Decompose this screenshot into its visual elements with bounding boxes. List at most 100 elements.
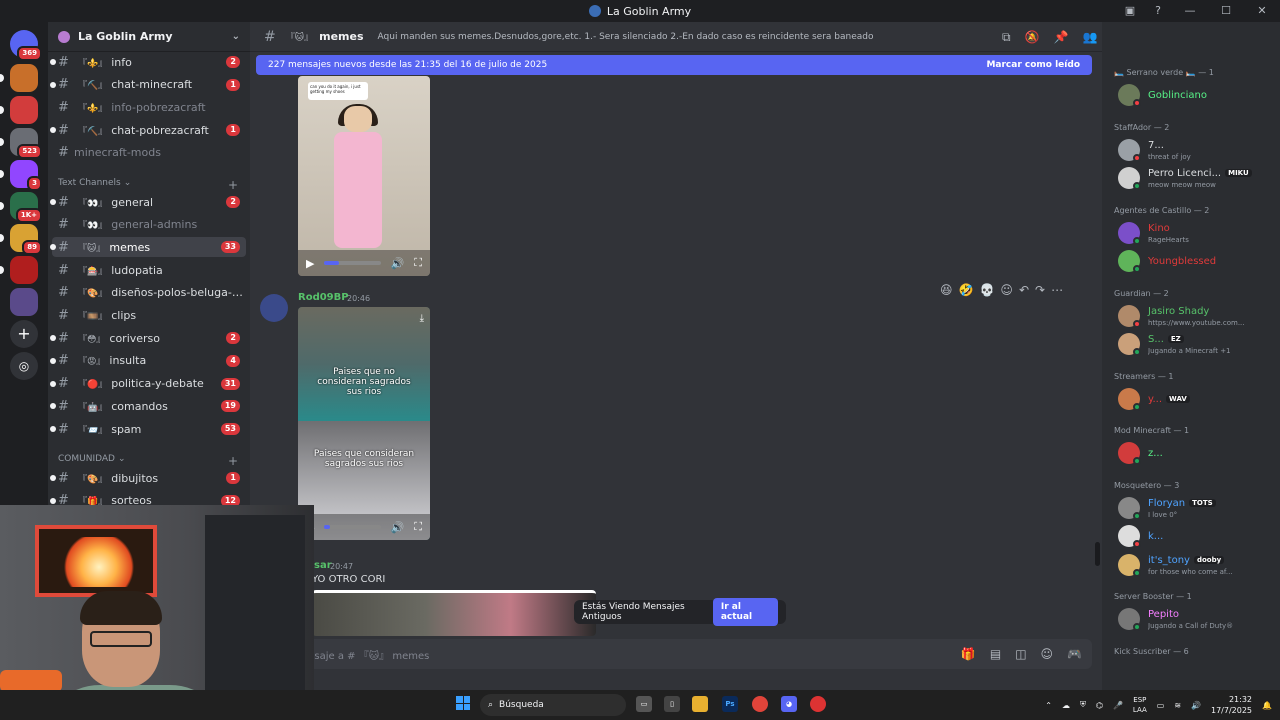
cloud-icon[interactable]: ☁ [1062, 701, 1070, 710]
message-composer[interactable]: iar mensaje a # 『🐱』 memes 🎁 ▤ ◫ ☺ 🎮 [266, 639, 1092, 669]
more-icon[interactable]: ⋯ [1051, 283, 1063, 297]
channel-clips[interactable]: # 『🎞️』 clips [52, 306, 246, 326]
fullscreen-icon[interactable]: ⛶ [414, 520, 422, 534]
member-item[interactable]: Kino RageHearts [1118, 220, 1278, 248]
volume-icon[interactable]: 🔊 [391, 521, 405, 534]
channel-general-admins[interactable]: # 『👀』 general-admins [52, 215, 246, 235]
member-item[interactable]: 7... threat of joy [1118, 137, 1278, 165]
member-item[interactable]: Youngblessed [1118, 248, 1278, 276]
reaction-2[interactable]: 💀 [979, 283, 994, 297]
server-icon[interactable]: 3 [10, 160, 42, 191]
chrome-icon[interactable] [752, 696, 768, 712]
channel-coriverso[interactable]: # 『😳』 coriverso 2 [50, 328, 246, 348]
app-icon[interactable]: ▯ [664, 696, 680, 712]
add-channel-icon[interactable]: + [228, 178, 238, 192]
channel-minecraft-mods[interactable]: # minecraft-mods [52, 143, 246, 163]
channel-ludopatia[interactable]: # 『🎰』 ludopatia [52, 260, 246, 280]
help-icon[interactable]: ? [1144, 0, 1172, 22]
start-button[interactable] [456, 696, 470, 710]
member-item[interactable]: z... [1118, 440, 1278, 468]
mark-as-read-button[interactable]: Marcar como leído [986, 60, 1080, 70]
shield-icon[interactable]: ⛨ [1080, 700, 1086, 710]
video-progress[interactable] [324, 525, 381, 529]
server-icon[interactable]: 523 [10, 128, 42, 159]
channel-diseños-polos-beluga-ar[interactable]: # 『🎨』 diseños-polos-beluga-ar... [52, 283, 246, 303]
scrollbar[interactable] [1095, 542, 1100, 566]
channel-info-pobrezacraft[interactable]: # 『⚜️』 info-pobrezacraft [52, 97, 246, 117]
category-text-channels[interactable]: Text Channels ⌄ + [58, 178, 238, 192]
maximize-button[interactable]: ☐ [1208, 0, 1244, 22]
member-item[interactable]: S... EZ Jugando a Minecraft +1 [1118, 331, 1278, 359]
message-author[interactable]: sar [314, 560, 332, 571]
volume-icon[interactable]: 🔊 [391, 257, 405, 270]
inbox-icon[interactable]: ▣ [1116, 0, 1144, 22]
member-item[interactable]: Perro Licenci... MIKU meow meow meow [1118, 165, 1278, 193]
add-reaction-icon[interactable]: ☺ [1000, 283, 1013, 297]
server-icon[interactable]: 1K+ [10, 192, 42, 223]
display-icon[interactable]: ▭ [1157, 701, 1165, 710]
sticker-icon[interactable]: ◫ [1015, 647, 1026, 661]
emoji-icon[interactable]: ☺ [1041, 647, 1054, 661]
channel-dibujitos[interactable]: # 『🎨』 dibujitos 1 [50, 468, 246, 488]
volume-icon[interactable]: 🔊 [1191, 701, 1201, 710]
minimize-button[interactable]: — [1172, 0, 1208, 22]
channel-chat-pobrezacraft[interactable]: # 『⛏️』 chat-pobrezacraft 1 [50, 120, 246, 140]
app-icon[interactable] [810, 696, 826, 712]
channel-insulta[interactable]: # 『😡』 insulta 4 [50, 351, 246, 371]
photoshop-icon[interactable]: Ps [722, 696, 738, 712]
notifications-icon[interactable]: 🔔 [1262, 701, 1272, 710]
gif-icon[interactable]: ▤ [990, 647, 1001, 661]
channel-memes[interactable]: # 『🐱』 memes 33 [50, 237, 246, 258]
channel-topic[interactable]: Aqui manden sus memes.Desnudos,gore,etc.… [378, 32, 874, 42]
pin-icon[interactable]: 📌 [1054, 30, 1069, 45]
member-item[interactable]: Goblinciano [1118, 82, 1278, 110]
video-attachment[interactable]: can you do it again, i just getting my s… [298, 76, 430, 276]
member-item[interactable]: it's_tony dooby for those who come af... [1118, 552, 1278, 580]
server-icon[interactable] [10, 256, 38, 284]
member-item[interactable]: y... WAV [1118, 386, 1278, 414]
channel-chat-minecraft[interactable]: # 『⛏️』 chat-minecraft 1 [50, 75, 246, 95]
server-header[interactable]: La Goblin Army ⌄ [48, 22, 250, 52]
message-author[interactable]: Rod09BP [298, 292, 349, 303]
forward-icon[interactable]: ↷ [1035, 283, 1045, 297]
member-item[interactable]: k... [1118, 523, 1278, 551]
server-icon[interactable] [10, 96, 38, 124]
server-icon[interactable] [10, 64, 38, 92]
channel-general[interactable]: # 『👀』 general 2 [50, 192, 246, 212]
tray-chevron-icon[interactable]: ⌃ [1045, 701, 1052, 710]
category-comunidad[interactable]: COMUNIDAD ⌄ + [58, 454, 238, 468]
mute-bell-icon[interactable]: 🔕 [1025, 30, 1040, 45]
image-attachment[interactable] [312, 590, 596, 636]
members-icon[interactable]: 👥 [1082, 30, 1097, 45]
member-item[interactable]: Pepito Jugando a Call of Duty® [1118, 606, 1278, 634]
home-button[interactable]: 369 [10, 30, 42, 61]
video-progress[interactable] [324, 261, 381, 265]
language-indicator[interactable]: ESP LAA [1133, 695, 1147, 715]
mic-icon[interactable]: 🎤 [1113, 701, 1123, 710]
add-server-icon[interactable]: + [10, 320, 38, 348]
member-item[interactable]: Floryan TOTS I love 0° [1118, 495, 1278, 523]
fullscreen-icon[interactable]: ⛶ [414, 256, 422, 270]
channel-info[interactable]: # 『⚜️』 info 2 [50, 52, 246, 72]
server-icon[interactable]: 89 [10, 224, 42, 255]
gift-icon[interactable]: 🎁 [961, 647, 976, 661]
channel-politica-y-debate[interactable]: # 『🔴』 politica-y-debate 31 [50, 374, 246, 394]
new-messages-bar[interactable]: 227 mensajes nuevos desde las 21:35 del … [256, 55, 1092, 75]
add-channel-icon[interactable]: + [228, 454, 238, 468]
explore-icon[interactable]: ◎ [10, 352, 38, 380]
avatar[interactable] [260, 294, 288, 322]
jump-to-present-button[interactable]: Ir al actual [712, 598, 778, 626]
activities-icon[interactable]: 🎮 [1067, 647, 1082, 661]
wifi-icon[interactable]: ≋ [1174, 701, 1181, 710]
close-button[interactable]: ✕ [1244, 0, 1280, 22]
video-attachment[interactable]: Paises que no consideran sagrados sus ri… [298, 307, 430, 540]
channel-spam[interactable]: # 『📨』 spam 53 [50, 419, 246, 439]
reply-icon[interactable]: ↶ [1019, 283, 1029, 297]
clock[interactable]: 21:32 17/7/2025 [1211, 694, 1252, 716]
network-icon[interactable]: ⌬ [1096, 701, 1103, 710]
play-icon[interactable]: ▶ [306, 257, 314, 270]
channel-comandos[interactable]: # 『🤖』 comandos 19 [50, 396, 246, 416]
threads-icon[interactable]: ⧉ [1002, 30, 1011, 45]
file-explorer-icon[interactable] [692, 696, 708, 712]
taskbar-search[interactable]: ⌕ Búsqueda [480, 694, 626, 716]
